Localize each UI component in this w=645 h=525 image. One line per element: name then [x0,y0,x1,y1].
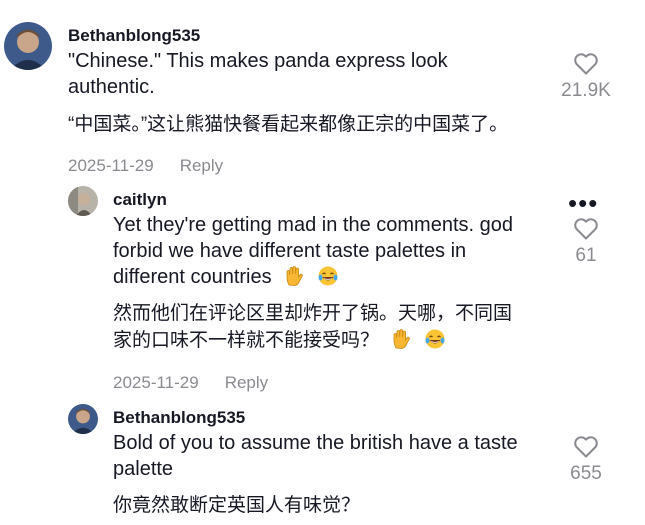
comment-text-line: "Chinese." This makes panda express look [68,50,448,72]
avatar-image [68,404,98,434]
comment-text-line: forbid we have different taste palettes … [113,240,467,262]
comment-translation-text: 家的口味不一样就不能接受吗？ [113,330,380,351]
reply-button[interactable]: Reply [180,156,223,175]
comment-text-line: palette [113,458,174,480]
comment-date: 2025-11-29 [68,156,154,175]
like-button[interactable]: 655 [556,435,616,485]
heart-outline-icon [574,53,598,75]
comment-text-line: Bold of you to assume the british have a… [113,432,518,454]
comment-translation: 然而他们在评论区里却炸开了锅。天哪，不同国 [113,303,513,324]
avatar-image [4,22,52,70]
comment-meta: 2025-11-29 Reply [113,373,268,393]
comment-translation-with-emoji: 家的口味不一样就不能接受吗？ [113,326,446,356]
comment-text: different countries [113,266,272,288]
like-count: 21.9K [561,80,611,101]
comment-date: 2025-11-29 [113,373,199,392]
heart-outline-icon [574,218,598,240]
reply-button[interactable]: Reply [225,373,268,392]
like-button[interactable]: 61 [556,217,616,267]
avatar-bethanblong535[interactable] [68,404,98,434]
tears-of-joy-emoji [424,328,446,350]
comment-username[interactable]: Bethanblong535 [113,408,245,428]
comment-username[interactable]: Bethanblong535 [68,26,200,46]
like-button[interactable]: 21.9K [556,52,616,102]
avatar-bethanblong535[interactable] [4,22,52,70]
comment-text-line-with-emoji: different countries [113,264,339,290]
heart-outline-icon [574,436,598,458]
comment-text-line: authentic. [68,76,155,98]
comment-text-line: Yet they're getting mad in the comments.… [113,214,513,236]
raised-hand-emoji [283,265,305,287]
avatar-caitlyn[interactable] [68,186,98,216]
comment-username[interactable]: caitlyn [113,190,167,210]
like-count: 61 [575,245,597,266]
comment-translation: 你竟然敢断定英国人有味觉？ [113,495,361,516]
raised-hand-emoji [390,328,412,350]
comment-translation: “中国菜。”这让熊猫快餐看起来都像正宗的中国菜了。 [68,114,509,135]
like-count: 655 [570,463,602,484]
avatar-image [68,186,98,216]
comment-meta: 2025-11-29 Reply [68,156,223,176]
more-options-icon[interactable]: ••• [568,190,598,216]
tears-of-joy-emoji [317,265,339,287]
